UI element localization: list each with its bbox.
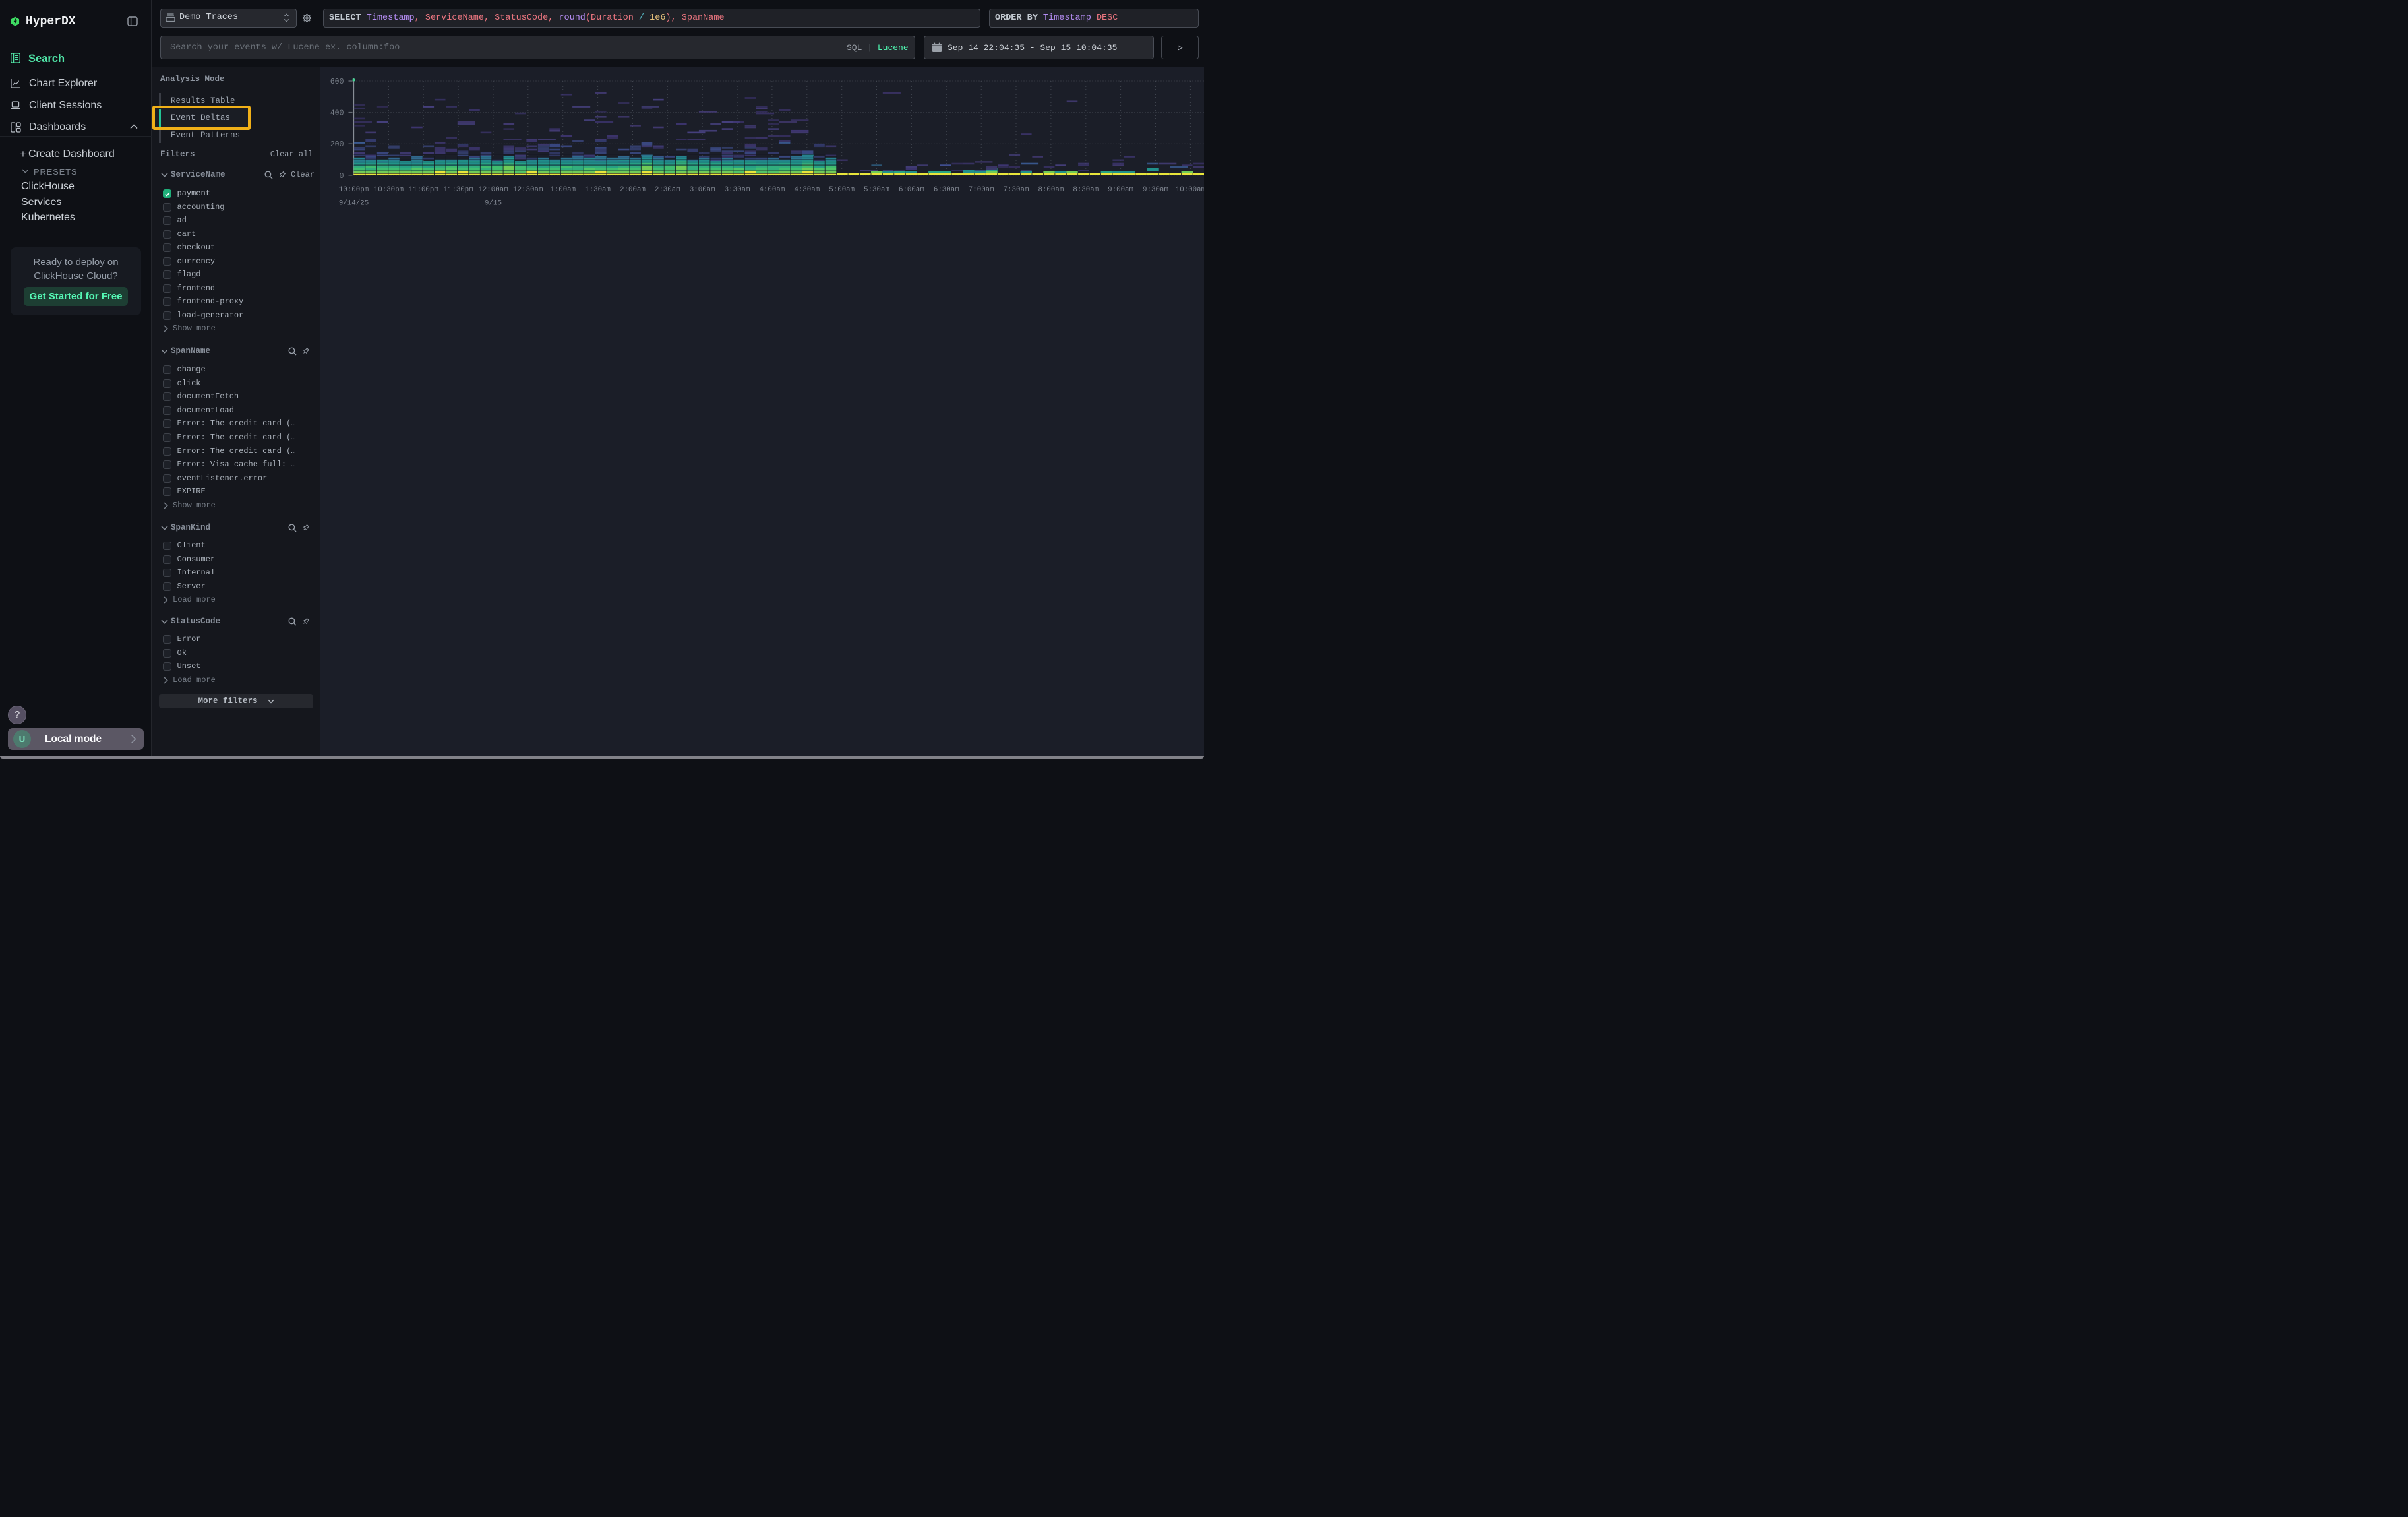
svg-text:8:00am: 8:00am	[1038, 186, 1064, 194]
svg-text:10:00pm: 10:00pm	[338, 186, 368, 194]
svg-text:9:30am: 9:30am	[1143, 186, 1168, 194]
svg-text:10:30pm: 10:30pm	[373, 186, 403, 194]
svg-text:4:30am: 4:30am	[794, 186, 820, 194]
svg-text:5:30am: 5:30am	[864, 186, 889, 194]
svg-text:3:30am: 3:30am	[724, 186, 750, 194]
svg-text:3:00am: 3:00am	[689, 186, 715, 194]
svg-text:2:00am: 2:00am	[620, 186, 646, 194]
svg-text:11:30pm: 11:30pm	[443, 186, 473, 194]
svg-text:10:00am: 10:00am	[1175, 186, 1204, 194]
svg-text:0: 0	[339, 171, 344, 180]
svg-text:12:00am: 12:00am	[478, 186, 508, 194]
svg-text:7:30am: 7:30am	[1003, 186, 1029, 194]
svg-text:5:00am: 5:00am	[829, 186, 855, 194]
svg-text:11:00pm: 11:00pm	[408, 186, 438, 194]
svg-text:400: 400	[330, 109, 344, 117]
svg-text:200: 200	[330, 140, 344, 149]
svg-text:1:00am: 1:00am	[550, 186, 576, 194]
svg-text:6:30am: 6:30am	[933, 186, 959, 194]
svg-text:9/15: 9/15	[485, 199, 502, 207]
svg-text:8:30am: 8:30am	[1073, 186, 1099, 194]
svg-text:9:00am: 9:00am	[1108, 186, 1133, 194]
svg-text:7:00am: 7:00am	[968, 186, 994, 194]
svg-text:600: 600	[330, 78, 344, 86]
svg-text:2:30am: 2:30am	[654, 186, 680, 194]
svg-text:12:30am: 12:30am	[513, 186, 543, 194]
svg-text:6:00am: 6:00am	[898, 186, 924, 194]
svg-text:4:00am: 4:00am	[759, 186, 785, 194]
svg-text:9/14/25: 9/14/25	[338, 199, 368, 207]
svg-text:1:30am: 1:30am	[585, 186, 611, 194]
